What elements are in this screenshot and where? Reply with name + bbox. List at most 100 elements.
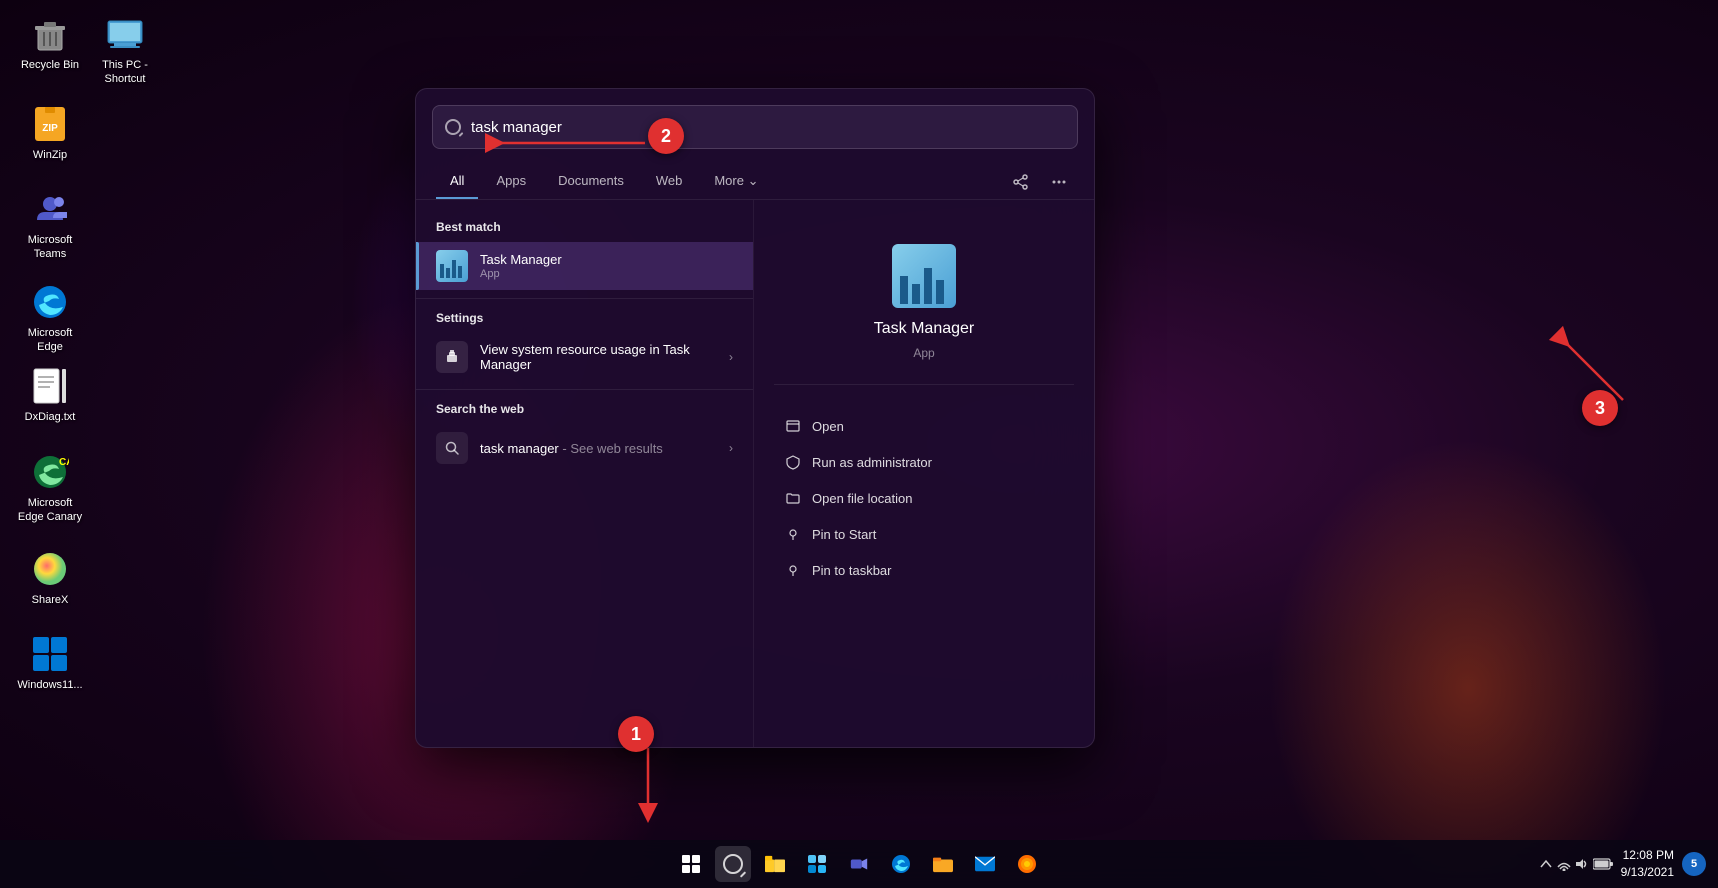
teams-meet-icon	[849, 854, 869, 874]
context-open[interactable]: Open	[774, 409, 1074, 443]
divider-1	[416, 298, 753, 299]
winzip-label: WinZip	[33, 148, 67, 162]
context-open-location[interactable]: Open file location	[774, 481, 1074, 515]
recycle-bin-label: Recycle Bin	[21, 58, 79, 72]
windows-start-button[interactable]	[673, 846, 709, 882]
file-explorer-icon	[765, 854, 785, 874]
pin-start-label: Pin to Start	[812, 527, 876, 542]
share-icon-btn[interactable]	[1006, 167, 1036, 197]
web-suffix: - See web results	[559, 441, 663, 456]
web-arrow: ›	[729, 441, 733, 455]
web-search-result[interactable]: task manager - See web results ›	[416, 424, 753, 472]
task-manager-result[interactable]: Task Manager App	[416, 242, 753, 290]
windows11-icon	[30, 634, 70, 674]
task-manager-subtitle: App	[480, 268, 733, 280]
context-menu: Open Run as administrator	[774, 409, 1074, 587]
app-preview: Task Manager App	[774, 220, 1074, 376]
context-pin-taskbar[interactable]: Pin to taskbar	[774, 553, 1074, 587]
taskbar-firefox[interactable]	[1009, 846, 1045, 882]
search-bar-container[interactable]	[432, 105, 1078, 149]
annotation-3: 3	[1582, 390, 1618, 426]
more-options-btn[interactable]	[1044, 167, 1074, 197]
right-app-type: App	[913, 346, 934, 360]
taskbar-mail[interactable]	[967, 846, 1003, 882]
edge-canary-label: Microsoft Edge Canary	[14, 496, 86, 525]
recycle-bin-icon	[30, 14, 70, 54]
settings-title: View system resource usage in Task Manag…	[480, 342, 717, 372]
taskbar-clock[interactable]: 12:08 PM 9/13/2021	[1621, 847, 1674, 881]
run-admin-label: Run as administrator	[812, 455, 932, 470]
desktop-icon-windows11[interactable]: Windows11...	[10, 630, 90, 696]
taskbar-widgets[interactable]	[799, 846, 835, 882]
shield-icon	[784, 453, 802, 471]
this-pc-label: This PC - Shortcut	[89, 58, 161, 87]
taskbar-edge[interactable]	[883, 846, 919, 882]
settings-result-text: View system resource usage in Task Manag…	[480, 342, 717, 372]
tab-all[interactable]: All	[436, 165, 478, 199]
teams-icon	[30, 189, 70, 229]
search-bar-icon	[445, 119, 461, 135]
volume-icon[interactable]	[1575, 857, 1589, 871]
taskbar-edge-icon	[891, 854, 911, 874]
mail-icon	[975, 854, 995, 874]
this-pc-icon	[105, 14, 145, 54]
taskbar-teams-meet[interactable]	[841, 846, 877, 882]
windows11-label: Windows11...	[17, 678, 82, 692]
network-icon[interactable]	[1557, 857, 1571, 871]
desktop-icon-this-pc[interactable]: This PC - Shortcut	[85, 10, 165, 91]
notification-badge[interactable]: 5	[1682, 852, 1706, 876]
battery-icon[interactable]	[1593, 857, 1613, 871]
taskbar-file-explorer[interactable]	[757, 846, 793, 882]
tab-more[interactable]: More ⌄	[700, 165, 772, 199]
task-manager-result-text: Task Manager App	[480, 252, 733, 280]
sharex-icon	[30, 549, 70, 589]
taskbar-search-button[interactable]	[715, 846, 751, 882]
divider-2	[416, 389, 753, 390]
clock-time: 12:08 PM	[1621, 847, 1674, 864]
web-result-text: task manager - See web results	[480, 441, 717, 456]
tabs-right	[1006, 167, 1074, 197]
svg-text:ZIP: ZIP	[42, 123, 58, 134]
edge-canary-icon: CAN	[30, 452, 70, 492]
chevron-up-icon[interactable]	[1539, 857, 1553, 871]
right-app-name: Task Manager	[874, 320, 975, 338]
open-icon	[784, 417, 802, 435]
windows-logo-icon	[682, 855, 700, 873]
open-location-label: Open file location	[812, 491, 912, 506]
edge-label: Microsoft Edge	[14, 326, 86, 355]
taskbar-right: 12:08 PM 9/13/2021 5	[1539, 847, 1706, 881]
desktop-icon-dxdiag[interactable]: DxDiag.txt	[10, 362, 90, 428]
search-content: Best match Task Manager App	[416, 200, 1094, 747]
web-title: task manager - See web results	[480, 441, 717, 456]
taskbar-search-icon	[723, 854, 743, 874]
desktop-icon-sharex[interactable]: ShareX	[10, 545, 90, 611]
task-manager-result-icon	[436, 250, 468, 282]
context-pin-start[interactable]: Pin to Start	[774, 517, 1074, 551]
pin-taskbar-icon	[784, 561, 802, 579]
best-match-label: Best match	[416, 216, 753, 242]
desktop-icon-recycle-bin[interactable]: Recycle Bin	[10, 10, 90, 76]
widgets-icon	[807, 854, 827, 874]
tab-documents[interactable]: Documents	[544, 165, 638, 199]
desktop-icon-edge[interactable]: Microsoft Edge	[10, 278, 90, 359]
tab-web[interactable]: Web	[642, 165, 697, 199]
svg-text:CAN: CAN	[59, 457, 69, 468]
folder-open-icon	[784, 489, 802, 507]
desktop-icon-winzip[interactable]: ZIP WinZip	[10, 100, 90, 166]
settings-label: Settings	[416, 307, 753, 333]
taskbar-folder-icon	[933, 854, 953, 874]
desktop-icon-teams[interactable]: Microsoft Teams	[10, 185, 90, 266]
system-tray	[1539, 857, 1613, 871]
right-divider	[774, 384, 1074, 385]
context-run-admin[interactable]: Run as administrator	[774, 445, 1074, 479]
pin-taskbar-label: Pin to taskbar	[812, 563, 892, 578]
tab-apps[interactable]: Apps	[482, 165, 540, 199]
web-query: task manager	[480, 441, 559, 456]
desktop-icon-edge-canary[interactable]: CAN Microsoft Edge Canary	[10, 448, 90, 529]
search-input[interactable]	[471, 119, 1065, 136]
tabs-left: All Apps Documents Web More ⌄	[436, 165, 772, 199]
desktop: Recycle Bin This PC - Shortcut ZIP WinZi…	[0, 0, 1718, 888]
selected-bar	[416, 242, 419, 290]
taskbar-folder[interactable]	[925, 846, 961, 882]
settings-result[interactable]: View system resource usage in Task Manag…	[416, 333, 753, 381]
